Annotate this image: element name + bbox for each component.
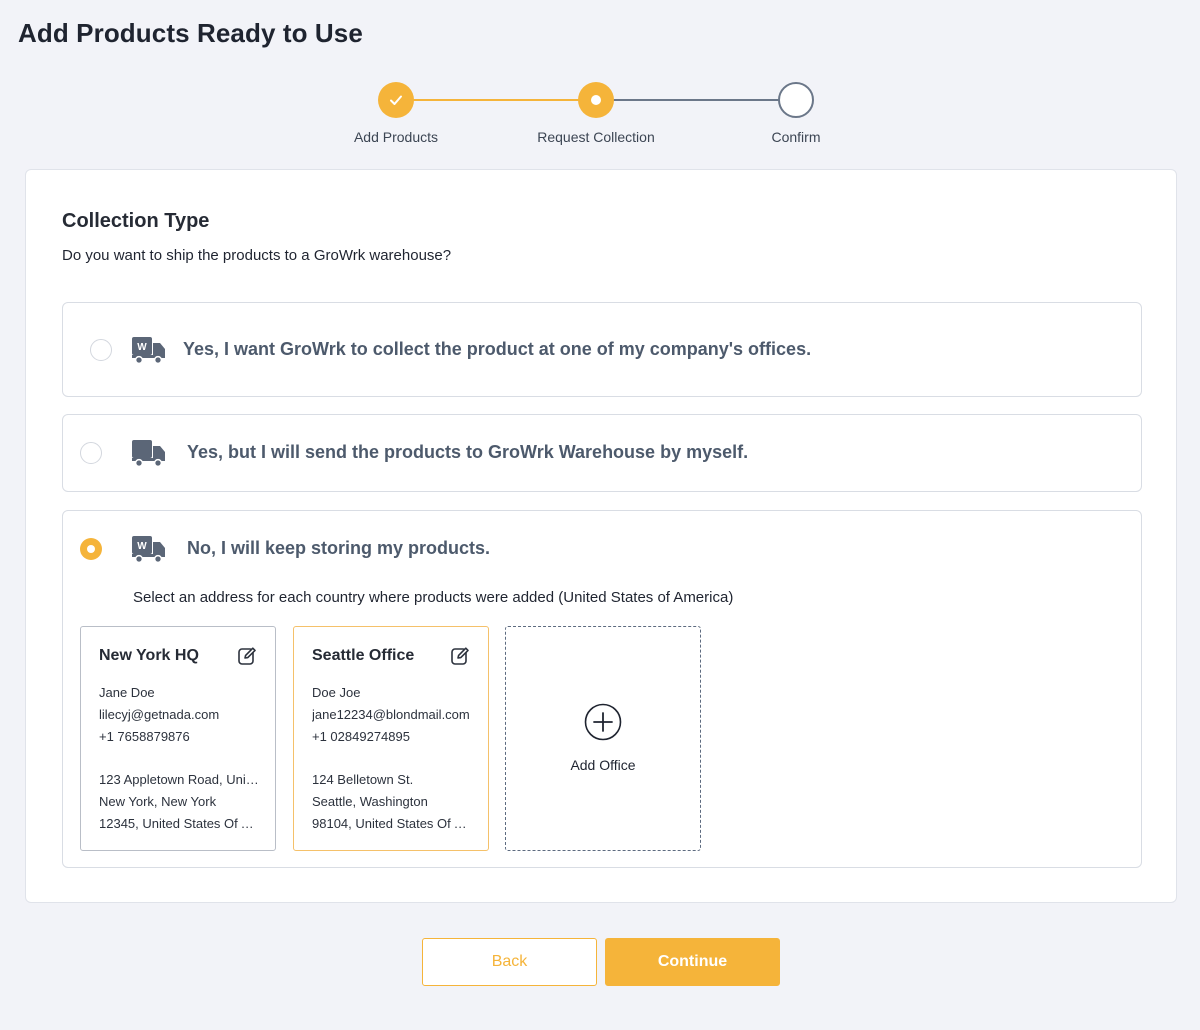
progress-stepper: Add Products Request Collection Confirm xyxy=(0,82,1200,152)
step-label: Add Products xyxy=(353,129,439,145)
radio-button-selected[interactable] xyxy=(80,538,102,560)
step-add-products: Add Products xyxy=(316,82,476,145)
radio-button[interactable] xyxy=(90,339,112,361)
office-address-line3: 12345, United States Of America xyxy=(99,816,261,831)
check-icon xyxy=(390,95,402,105)
step-request-collection: Request Collection xyxy=(516,82,676,145)
svg-text:W: W xyxy=(137,342,147,353)
page-title: Add Products Ready to Use xyxy=(18,18,363,48)
office-address-line2: Seattle, Washington xyxy=(312,794,428,809)
add-office-label: Add Office xyxy=(570,757,636,773)
office-contact: Doe Joe xyxy=(312,685,361,700)
radio-inner-dot xyxy=(87,545,95,553)
svg-text:W: W xyxy=(137,541,147,552)
section-subtitle: Do you want to ship the products to a Gr… xyxy=(62,247,452,264)
current-dot xyxy=(591,95,601,105)
address-prompt: Select an address for each country where… xyxy=(133,589,734,606)
back-button[interactable]: Back xyxy=(422,938,597,986)
office-address-line3: 98104, United States Of America xyxy=(312,816,474,831)
option-label: Yes, I want GroWrk to collect the produc… xyxy=(183,339,812,359)
option-label: No, I will keep storing my products. xyxy=(187,538,491,558)
step-label: Confirm xyxy=(771,129,821,145)
office-email: lilecyj@getnada.com xyxy=(99,707,220,722)
continue-button[interactable]: Continue xyxy=(605,938,780,986)
step-confirm: Confirm xyxy=(716,82,876,145)
office-name: New York HQ xyxy=(99,647,199,664)
office-phone: +1 7658879876 xyxy=(99,729,190,744)
step-current-indicator xyxy=(578,82,614,118)
office-address-line1: 123 Appletown Road, United States xyxy=(99,772,261,787)
collection-option-self-send[interactable]: Yes, but I will send the products to Gro… xyxy=(62,414,1142,492)
add-office-button[interactable]: Add Office xyxy=(505,626,701,851)
option-label: Yes, but I will send the products to Gro… xyxy=(187,442,749,462)
edit-icon[interactable] xyxy=(237,646,257,666)
office-phone: +1 02849274895 xyxy=(312,729,410,744)
office-card-seattle-office[interactable]: Seattle Office Doe Joe jane12234@blondma… xyxy=(293,626,489,851)
collection-option-keep-storing[interactable]: W No, I will keep storing my products. S… xyxy=(62,510,1142,868)
section-title: Collection Type xyxy=(62,210,210,232)
collection-card: Collection Type Do you want to ship the … xyxy=(25,169,1177,903)
step-todo-indicator xyxy=(778,82,814,118)
step-label: Request Collection xyxy=(537,129,655,145)
office-address-line2: New York, New York xyxy=(99,794,217,809)
truck-w-icon: W xyxy=(132,337,165,365)
office-contact: Jane Doe xyxy=(99,685,155,700)
step-done-indicator xyxy=(378,82,414,118)
office-email: jane12234@blondmail.com xyxy=(312,707,470,722)
collection-option-pickup[interactable]: W Yes, I want GroWrk to collect the prod… xyxy=(62,302,1142,397)
office-address-line1: 124 Belletown St. xyxy=(312,772,414,787)
truck-w-icon: W xyxy=(132,536,165,564)
radio-button[interactable] xyxy=(80,442,102,464)
edit-icon[interactable] xyxy=(450,646,470,666)
office-name: Seattle Office xyxy=(312,647,415,664)
office-card-new-york-hq[interactable]: New York HQ Jane Doe lilecyj@getnada.com… xyxy=(80,626,276,851)
truck-icon xyxy=(132,440,165,468)
page: Add Products Ready to Use Add Products R… xyxy=(0,0,1200,1030)
plus-circle-icon xyxy=(584,703,622,741)
